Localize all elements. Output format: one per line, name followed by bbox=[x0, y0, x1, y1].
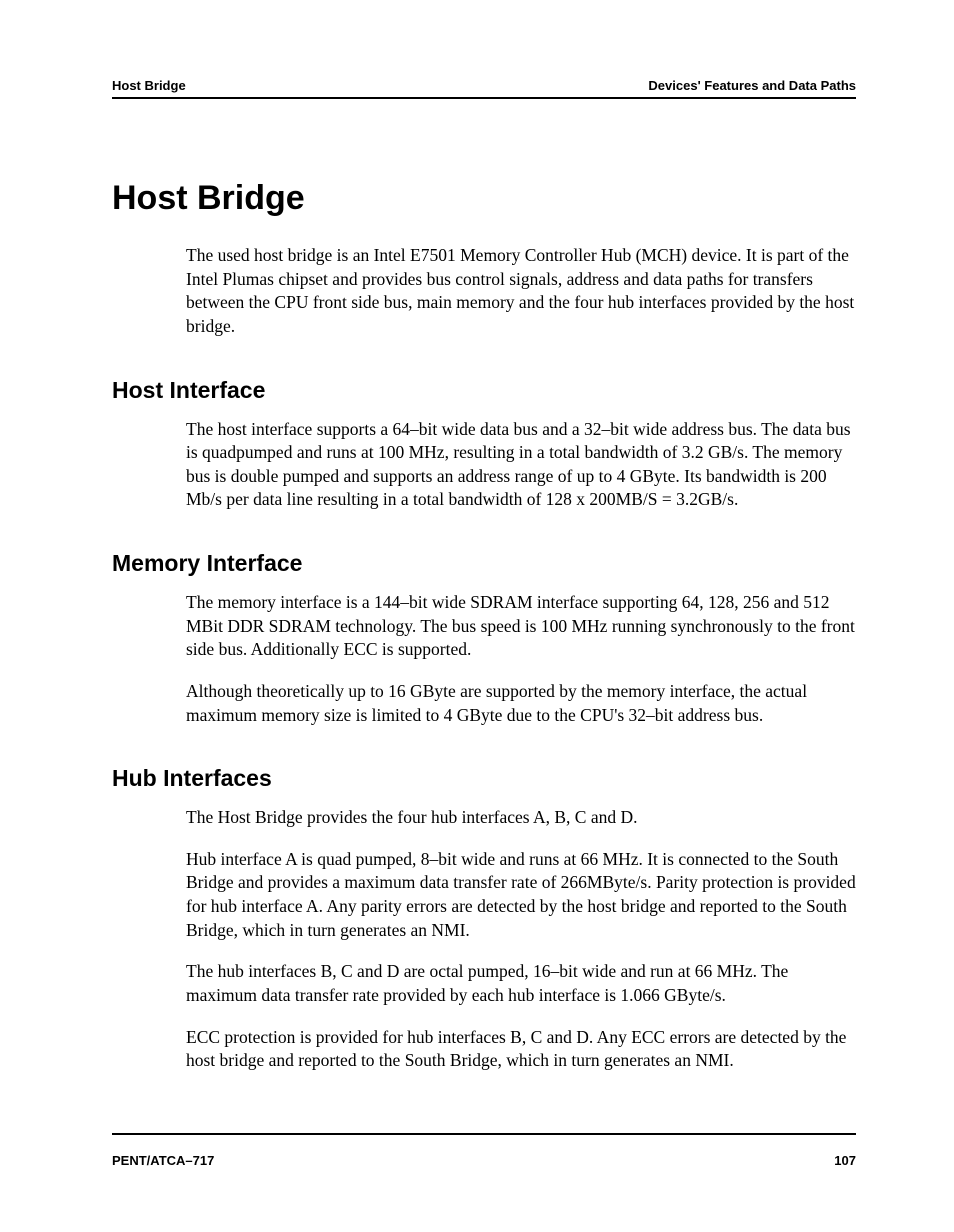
hub-interfaces-p4: ECC protection is provided for hub inter… bbox=[186, 1026, 856, 1073]
footer-page-number: 107 bbox=[834, 1153, 856, 1168]
section-title: Host Bridge bbox=[112, 179, 856, 218]
hub-interfaces-title: Hub Interfaces bbox=[112, 765, 856, 792]
page-footer: PENT/ATCA–717 107 bbox=[112, 1133, 856, 1168]
memory-interface-p2: Although theoretically up to 16 GByte ar… bbox=[186, 680, 856, 727]
host-interface-p1: The host interface supports a 64–bit wid… bbox=[186, 418, 856, 513]
header-left: Host Bridge bbox=[112, 78, 186, 93]
intro-paragraph: The used host bridge is an Intel E7501 M… bbox=[186, 244, 856, 339]
hub-interfaces-p1: The Host Bridge provides the four hub in… bbox=[186, 806, 856, 830]
document-page: Host Bridge Devices' Features and Data P… bbox=[0, 0, 954, 1073]
footer-left: PENT/ATCA–717 bbox=[112, 1153, 214, 1168]
page-header: Host Bridge Devices' Features and Data P… bbox=[112, 78, 856, 99]
header-right: Devices' Features and Data Paths bbox=[648, 78, 856, 93]
memory-interface-title: Memory Interface bbox=[112, 550, 856, 577]
hub-interfaces-p3: The hub interfaces B, C and D are octal … bbox=[186, 960, 856, 1007]
memory-interface-p1: The memory interface is a 144–bit wide S… bbox=[186, 591, 856, 662]
host-interface-title: Host Interface bbox=[112, 377, 856, 404]
hub-interfaces-p2: Hub interface A is quad pumped, 8–bit wi… bbox=[186, 848, 856, 943]
